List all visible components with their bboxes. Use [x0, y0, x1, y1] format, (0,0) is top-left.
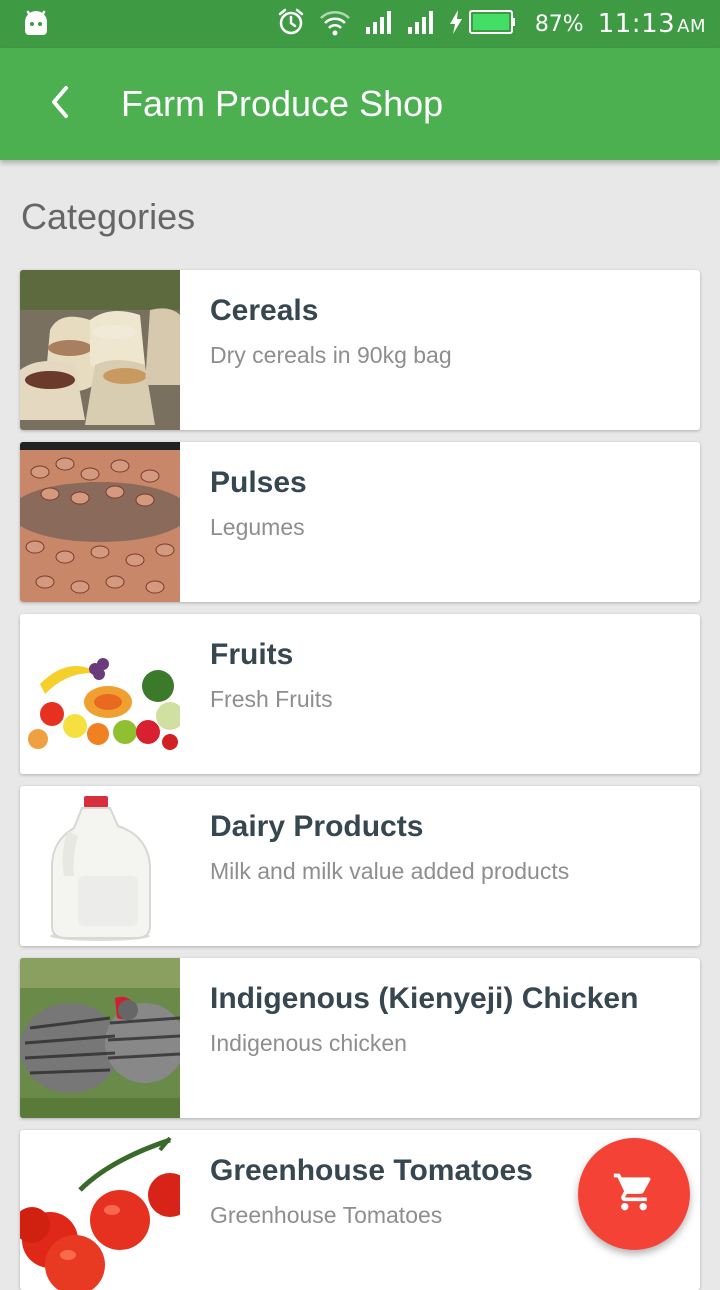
chicken-image	[20, 958, 185, 1118]
clock-ampm: AM	[677, 16, 706, 37]
category-card-dairy[interactable]: Dairy Products Milk and milk value added…	[20, 786, 700, 946]
category-description: Indigenous chicken	[210, 1030, 407, 1056]
cart-button[interactable]	[578, 1138, 690, 1250]
category-card-fruits[interactable]: Fruits Fresh Fruits	[20, 614, 700, 774]
category-card-pulses[interactable]: Pulses Legumes	[20, 442, 700, 602]
category-card-chicken[interactable]: Indigenous (Kienyeji) Chicken Indigenous…	[20, 958, 700, 1118]
signal-icon	[407, 9, 435, 39]
shopping-cart-icon	[612, 1170, 656, 1218]
fruit-assortment-image	[20, 614, 184, 774]
category-description: Milk and milk value added products	[210, 858, 570, 884]
back-button[interactable]	[30, 74, 90, 134]
category-name: Greenhouse Tomatoes	[210, 1154, 533, 1187]
category-name: Pulses	[210, 466, 307, 499]
alarm-icon	[277, 8, 305, 40]
category-name: Dairy Products	[210, 810, 424, 843]
battery-percent: 87%	[534, 11, 584, 37]
category-name: Cereals	[210, 294, 319, 327]
cereal-sacks-image	[20, 270, 180, 430]
tomatoes-image	[20, 1130, 192, 1290]
back-arrow-icon	[48, 84, 72, 124]
category-description: Dry cereals in 90kg bag	[210, 342, 452, 368]
beans-bowl-image	[20, 442, 190, 602]
android-icon	[22, 10, 50, 40]
status-bar: 87% 11:13 AM	[0, 0, 720, 48]
charging-icon	[449, 10, 463, 38]
category-name: Fruits	[210, 638, 294, 671]
section-title: Categories	[21, 196, 196, 237]
category-description: Greenhouse Tomatoes	[210, 1202, 443, 1228]
category-card-cereals[interactable]: Cereals Dry cereals in 90kg bag	[20, 270, 700, 430]
app-bar: Farm Produce Shop	[0, 48, 720, 160]
battery-icon	[468, 9, 517, 39]
category-description: Legumes	[210, 514, 305, 540]
wifi-icon	[319, 8, 351, 40]
category-name: Indigenous (Kienyeji) Chicken	[210, 982, 639, 1015]
category-description: Fresh Fruits	[210, 686, 333, 712]
clock: 11:13 AM	[598, 9, 706, 39]
page-title: Farm Produce Shop	[121, 83, 444, 124]
milk-jug-image	[20, 786, 180, 946]
signal-icon	[365, 9, 393, 39]
clock-time: 11:13	[597, 9, 676, 39]
